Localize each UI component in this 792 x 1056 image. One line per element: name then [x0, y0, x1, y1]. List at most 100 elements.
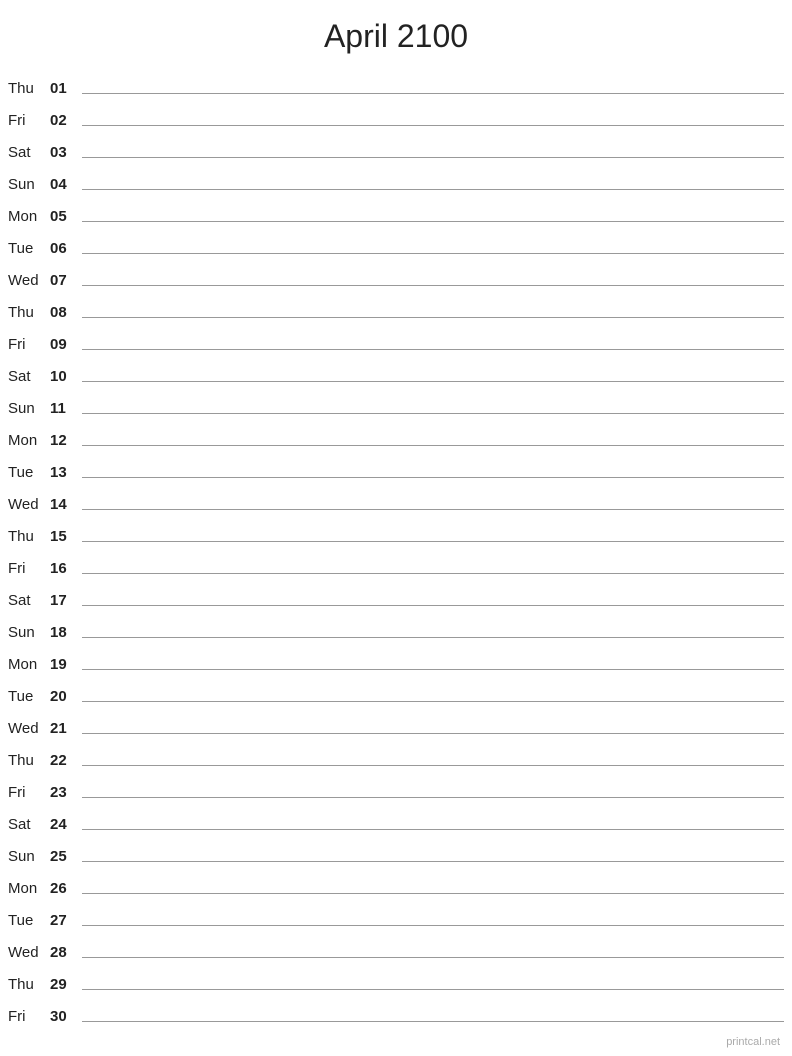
day-row: Tue06 [8, 227, 784, 259]
day-row: Sat03 [8, 131, 784, 163]
day-number: 13 [50, 464, 78, 481]
day-row: Sun04 [8, 163, 784, 195]
watermark: printcal.net [726, 1036, 780, 1048]
day-line [82, 573, 784, 574]
day-name: Sun [8, 624, 50, 641]
day-row: Tue27 [8, 899, 784, 931]
day-row: Sat17 [8, 579, 784, 611]
day-line [82, 221, 784, 222]
day-row: Thu08 [8, 291, 784, 323]
day-name: Mon [8, 880, 50, 897]
day-line [82, 925, 784, 926]
day-name: Thu [8, 304, 50, 321]
day-number: 14 [50, 496, 78, 513]
day-line [82, 445, 784, 446]
day-name: Wed [8, 496, 50, 513]
day-number: 20 [50, 688, 78, 705]
day-number: 28 [50, 944, 78, 961]
day-line [82, 189, 784, 190]
day-number: 17 [50, 592, 78, 609]
day-line [82, 669, 784, 670]
day-line [82, 381, 784, 382]
day-line [82, 541, 784, 542]
day-number: 25 [50, 848, 78, 865]
day-number: 15 [50, 528, 78, 545]
day-name: Wed [8, 272, 50, 289]
day-line [82, 285, 784, 286]
day-number: 18 [50, 624, 78, 641]
day-row: Thu29 [8, 963, 784, 995]
day-name: Wed [8, 944, 50, 961]
day-number: 29 [50, 976, 78, 993]
day-line [82, 861, 784, 862]
day-number: 26 [50, 880, 78, 897]
day-name: Sat [8, 592, 50, 609]
day-name: Sat [8, 368, 50, 385]
page-title: April 2100 [0, 0, 792, 67]
day-line [82, 509, 784, 510]
day-row: Sat24 [8, 803, 784, 835]
day-number: 24 [50, 816, 78, 833]
day-number: 06 [50, 240, 78, 257]
day-row: Sun11 [8, 387, 784, 419]
day-row: Wed14 [8, 483, 784, 515]
day-line [82, 253, 784, 254]
day-row: Thu01 [8, 67, 784, 99]
day-number: 07 [50, 272, 78, 289]
day-name: Fri [8, 336, 50, 353]
day-line [82, 637, 784, 638]
day-line [82, 93, 784, 94]
day-row: Tue13 [8, 451, 784, 483]
day-row: Fri23 [8, 771, 784, 803]
day-name: Wed [8, 720, 50, 737]
day-name: Sun [8, 848, 50, 865]
day-line [82, 893, 784, 894]
day-name: Tue [8, 240, 50, 257]
day-row: Wed21 [8, 707, 784, 739]
day-number: 30 [50, 1008, 78, 1025]
day-number: 10 [50, 368, 78, 385]
day-number: 22 [50, 752, 78, 769]
day-number: 19 [50, 656, 78, 673]
day-number: 05 [50, 208, 78, 225]
day-line [82, 957, 784, 958]
day-row: Mon12 [8, 419, 784, 451]
day-name: Fri [8, 560, 50, 577]
day-line [82, 349, 784, 350]
day-row: Wed28 [8, 931, 784, 963]
day-line [82, 413, 784, 414]
day-name: Fri [8, 784, 50, 801]
day-row: Tue20 [8, 675, 784, 707]
day-number: 04 [50, 176, 78, 193]
day-row: Wed07 [8, 259, 784, 291]
day-name: Thu [8, 80, 50, 97]
day-line [82, 765, 784, 766]
day-row: Thu22 [8, 739, 784, 771]
day-name: Tue [8, 912, 50, 929]
day-row: Sun18 [8, 611, 784, 643]
day-line [82, 605, 784, 606]
day-line [82, 829, 784, 830]
day-name: Thu [8, 528, 50, 545]
day-line [82, 125, 784, 126]
day-number: 01 [50, 80, 78, 97]
day-name: Thu [8, 752, 50, 769]
day-line [82, 317, 784, 318]
day-name: Thu [8, 976, 50, 993]
day-row: Sat10 [8, 355, 784, 387]
day-row: Fri09 [8, 323, 784, 355]
day-name: Mon [8, 656, 50, 673]
day-number: 08 [50, 304, 78, 321]
day-line [82, 477, 784, 478]
day-name: Fri [8, 112, 50, 129]
day-name: Mon [8, 432, 50, 449]
day-row: Fri16 [8, 547, 784, 579]
day-line [82, 701, 784, 702]
day-line [82, 989, 784, 990]
day-name: Tue [8, 688, 50, 705]
day-row: Fri30 [8, 995, 784, 1027]
day-number: 02 [50, 112, 78, 129]
day-line [82, 157, 784, 158]
day-row: Thu15 [8, 515, 784, 547]
day-row: Mon26 [8, 867, 784, 899]
